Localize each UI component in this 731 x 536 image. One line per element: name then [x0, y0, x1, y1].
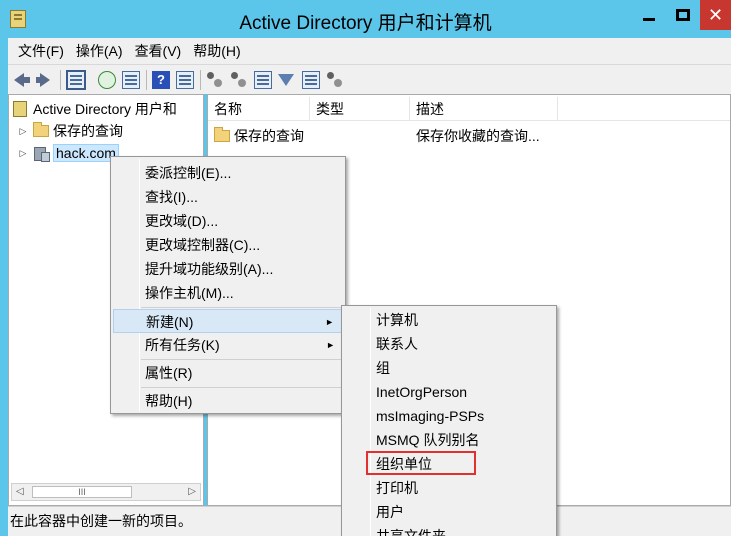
list-item-name: 保存的查询 [234, 128, 304, 144]
tree-item-label: 保存的查询 [53, 123, 123, 139]
tree-item-domain[interactable]: ▷ hack.com [17, 142, 119, 164]
new-ou-icon[interactable] [254, 71, 272, 89]
toolbar: ? [8, 64, 731, 94]
menu-view[interactable]: 查看(V) [129, 38, 188, 64]
submenu-item-msmq-alias[interactable]: MSMQ 队列别名 [344, 428, 554, 452]
submenu-item-user[interactable]: 用户 [344, 500, 554, 524]
submenu-item-contact[interactable]: 联系人 [344, 332, 554, 356]
menu-action[interactable]: 操作(A) [70, 38, 129, 64]
menu-item-all-tasks[interactable]: 所有任务(K) ► [113, 333, 343, 357]
menu-item-change-dc[interactable]: 更改域控制器(C)... [113, 233, 343, 257]
window-title: Active Directory 用户和计算机 [239, 13, 492, 34]
folder-icon [33, 122, 49, 137]
delegate-control-icon[interactable] [326, 71, 344, 89]
menu-item-operations-masters[interactable]: 操作主机(M)... [113, 281, 343, 305]
list-item-description: 保存你收藏的查询... [416, 128, 540, 144]
menu-bar: 文件(F) 操作(A) 查看(V) 帮助(H) [8, 38, 731, 64]
menu-item-help[interactable]: 帮助(H) [113, 389, 343, 413]
title-bar[interactable]: Active Directory 用户和计算机 ✕ [0, 0, 731, 38]
column-description[interactable]: 描述 [410, 97, 558, 121]
filter-icon[interactable] [278, 74, 294, 86]
scroll-right-icon[interactable]: ▷ [188, 486, 196, 497]
submenu-item-inetorgperson[interactable]: InetOrgPerson [344, 380, 554, 404]
toolbar-separator [200, 70, 201, 90]
mmc-window: Active Directory 用户和计算机 ✕ 文件(F) 操作(A) 查看… [0, 0, 731, 536]
new-submenu: 计算机 联系人 组 InetOrgPerson msImaging-PSPs M… [341, 305, 557, 536]
submenu-item-computer[interactable]: 计算机 [344, 308, 554, 332]
menu-separator [141, 307, 341, 308]
find-users-icon[interactable] [206, 71, 224, 89]
tree-root-label: Active Directory 用户和 [33, 101, 177, 117]
back-arrow-icon[interactable] [14, 71, 32, 89]
submenu-arrow-icon: ► [326, 340, 335, 350]
expand-icon[interactable]: ▷ [17, 126, 29, 137]
menu-file[interactable]: 文件(F) [12, 38, 70, 64]
menu-separator [141, 359, 341, 360]
list-item[interactable]: 保存的查询 保存你收藏的查询... [208, 124, 728, 146]
maximize-button[interactable] [666, 0, 700, 30]
menu-item-raise-level[interactable]: 提升域功能级别(A)... [113, 257, 343, 281]
submenu-item-msimaging-psps[interactable]: msImaging-PSPs [344, 404, 554, 428]
menu-item-new-label: 新建(N) [146, 314, 194, 330]
column-type[interactable]: 类型 [310, 97, 410, 121]
ad-root-icon [13, 101, 27, 117]
show-tree-icon[interactable] [66, 70, 86, 90]
tree-horizontal-scrollbar[interactable]: ◁ III ▷ [11, 483, 201, 501]
expand-icon[interactable]: ▷ [17, 148, 29, 159]
maximize-icon [676, 9, 690, 21]
submenu-item-printer[interactable]: 打印机 [344, 476, 554, 500]
domain-icon [33, 145, 50, 162]
scroll-thumb[interactable]: III [32, 486, 132, 498]
properties-view-icon[interactable] [176, 71, 194, 89]
tree-root[interactable]: Active Directory 用户和 [9, 98, 177, 120]
minimize-icon [643, 17, 655, 21]
list-header: 名称 类型 描述 [208, 97, 730, 121]
menu-help[interactable]: 帮助(H) [187, 38, 246, 64]
find-objects-icon[interactable] [230, 71, 248, 89]
toolbar-separator [146, 70, 147, 90]
folder-icon [214, 127, 230, 142]
toolbar-separator [60, 70, 61, 90]
export-list-icon[interactable] [122, 71, 140, 89]
menu-item-properties[interactable]: 属性(R) [113, 361, 343, 385]
scroll-left-icon[interactable]: ◁ [16, 486, 24, 497]
menu-item-delegate-control[interactable]: 委派控制(E)... [113, 161, 343, 185]
close-icon: ✕ [707, 4, 724, 25]
menu-item-all-tasks-label: 所有任务(K) [145, 337, 220, 353]
menu-item-change-domain[interactable]: 更改域(D)... [113, 209, 343, 233]
minimize-button[interactable] [632, 0, 666, 30]
menu-separator [141, 387, 341, 388]
menu-item-new[interactable]: 新建(N) ► [113, 309, 343, 333]
help-icon[interactable]: ? [152, 71, 170, 89]
refresh-icon[interactable] [98, 71, 116, 89]
tree-item-saved-queries[interactable]: ▷ 保存的查询 [17, 120, 123, 142]
menu-item-find[interactable]: 查找(I)... [113, 185, 343, 209]
submenu-item-group[interactable]: 组 [344, 356, 554, 380]
highlight-box [366, 451, 476, 475]
submenu-arrow-icon: ► [325, 317, 334, 327]
status-text: 在此容器中创建一新的项目。 [10, 513, 192, 529]
column-name[interactable]: 名称 [208, 97, 310, 121]
close-button[interactable]: ✕ [700, 0, 731, 30]
forward-arrow-icon[interactable] [36, 71, 54, 89]
submenu-item-shared-folder[interactable]: 共享文件夹 [344, 524, 554, 536]
add-to-group-icon[interactable] [302, 71, 320, 89]
context-menu: 委派控制(E)... 查找(I)... 更改域(D)... 更改域控制器(C).… [110, 156, 346, 414]
